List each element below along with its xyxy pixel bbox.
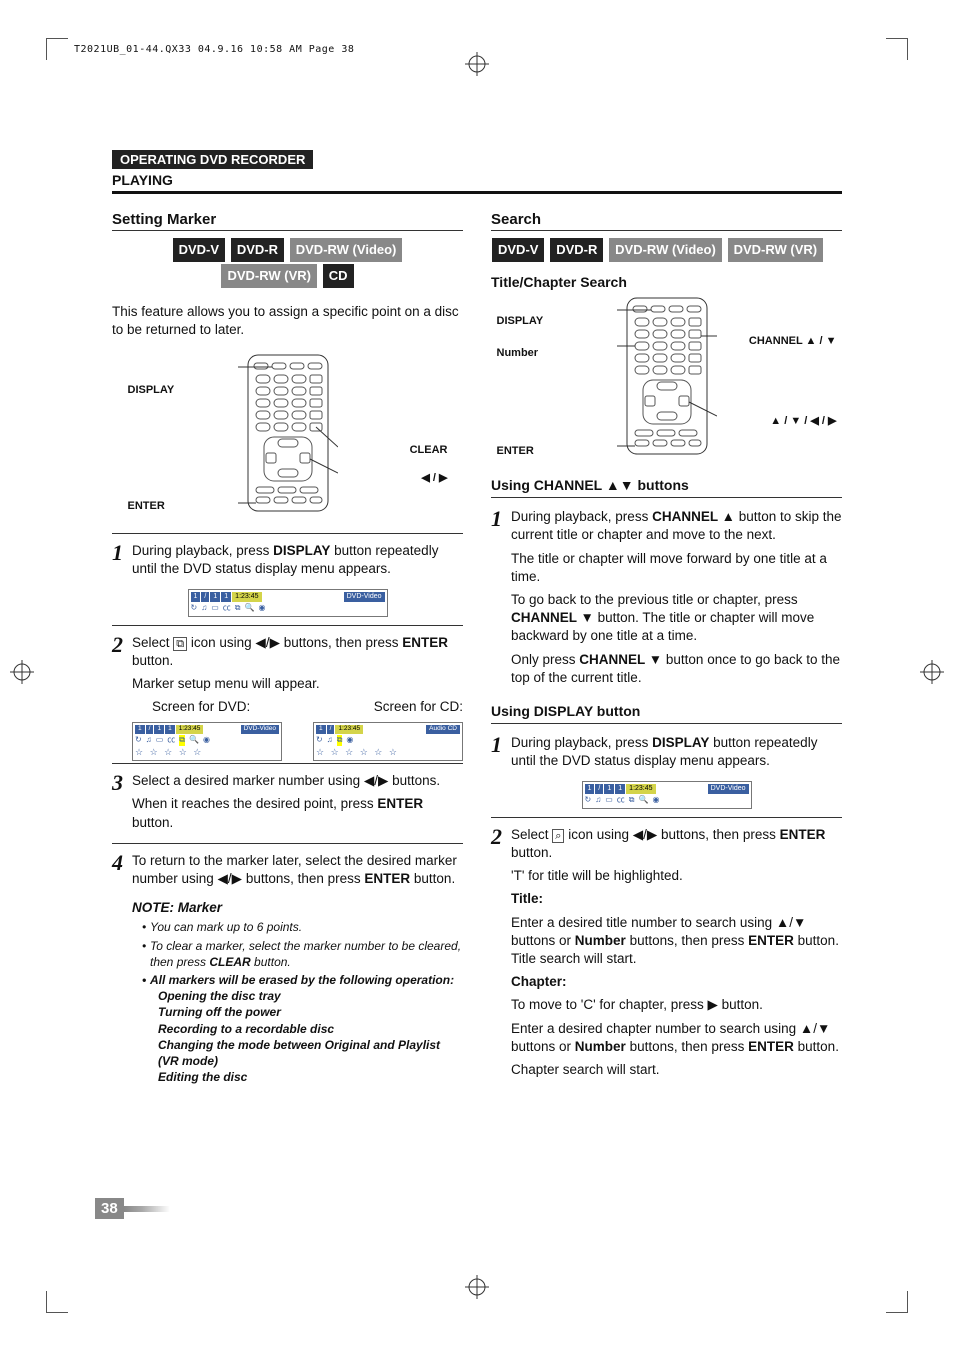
step-4-body: To return to the marker later, select th… (132, 852, 463, 893)
step-3-body: Select a desired marker number using ◀/▶… (132, 772, 463, 837)
osd-display-1: 1 / 1 1 1:23:45 DVD-Video ↻ ♫ ▭ ㏄ ⧉ 🔍 ◉ (188, 589, 388, 616)
badge-dvdr: DVD-R (550, 238, 603, 262)
remote-label-display: DISPLAY (128, 383, 175, 398)
remote-label-number: Number (497, 346, 539, 361)
using-display-heading: Using DISPLAY button (491, 702, 842, 721)
step-number-1: 1 (491, 508, 511, 692)
marker-icon: ⧉ (235, 603, 241, 614)
remote-label-arrows: ▲ / ▼ / ◀ / ▶ (770, 414, 836, 429)
title-chapter-search-heading: Title/Chapter Search (491, 273, 842, 292)
note-item: To clear a marker, select the marker num… (142, 938, 463, 970)
setting-marker-title: Setting Marker (112, 210, 463, 231)
step-2-body: Select ⧉ icon using ◀/▶ buttons, then pr… (132, 634, 463, 717)
remote-diagram-left: DISPLAY ENTER CLEAR ◀ / ▶ (128, 353, 448, 523)
zoom-icon: 🔍 (244, 603, 254, 614)
osd-icon-row: ↻ ♫ ▭ ㏄ ⧉ 🔍 ◉ (191, 603, 385, 614)
remote-icon (617, 296, 717, 456)
note-item: You can mark up to 6 points. (142, 919, 463, 935)
divider (491, 817, 842, 818)
crop-mark-br (886, 1291, 908, 1313)
crop-mark-tr (886, 38, 908, 60)
crop-mark-bl (46, 1291, 68, 1313)
remote-label-enter: ENTER (497, 444, 534, 459)
page-number-box: 38 (95, 1198, 170, 1219)
note-title: NOTE: Marker (132, 899, 463, 917)
remote-label-leftright: ◀ / ▶ (421, 471, 447, 486)
subtitle-icon: ㏄ (223, 603, 231, 614)
marker-stars: ☆ ☆ ☆ ☆ ☆ ☆ (316, 746, 460, 758)
remote-icon (238, 353, 338, 513)
badge-cd: CD (323, 264, 354, 288)
osd-display-right: 1/11 1:23:45 DVD-Video ↻♫▭㏄⧉🔍◉ (582, 781, 752, 808)
note-subitem: Turning off the power (158, 1004, 463, 1020)
angle-icon: ▭ (211, 603, 219, 614)
search-title: Search (491, 210, 842, 231)
right-column: Search DVD-V DVD-R DVD-RW (Video) DVD-RW… (491, 204, 842, 1090)
divider (112, 843, 463, 844)
surround-icon: ◉ (258, 603, 265, 614)
channel-step-body: During playback, press CHANNEL ▲ button … (511, 508, 842, 692)
marker-stars: ☆ ☆ ☆ ☆ ☆ (135, 746, 279, 758)
badge-dvdrw-video: DVD-RW (Video) (290, 238, 403, 262)
step-1-body: During playback, press DISPLAY button re… (132, 542, 463, 583)
step-number-1: 1 (491, 734, 511, 775)
page-number: 38 (95, 1198, 124, 1219)
divider (112, 763, 463, 764)
audio-icon: ♫ (201, 603, 207, 614)
divider (112, 625, 463, 626)
step-number-1: 1 (112, 542, 132, 583)
display-step1-body: During playback, press DISPLAY button re… (511, 734, 842, 775)
header-rule (112, 191, 842, 194)
chapter-label: Chapter: (511, 974, 567, 989)
registration-mark-right (920, 660, 944, 684)
registration-mark-left (10, 660, 34, 684)
search-icon: ⌕ (552, 829, 564, 843)
screen-cd-label: Screen for CD: (374, 698, 463, 716)
screen-dvd-label: Screen for DVD: (132, 698, 250, 716)
section-chip: OPERATING DVD RECORDER (112, 150, 313, 169)
print-header: T2021UB_01-44.QX33 04.9.16 10:58 AM Page… (74, 44, 354, 55)
remote-label-clear: CLEAR (410, 443, 448, 458)
divider (112, 533, 463, 534)
section-subhead: PLAYING (112, 169, 842, 191)
using-channel-heading: Using CHANNEL ▲▼ buttons (491, 476, 842, 495)
remote-diagram-right: DISPLAY Number ENTER CHANNEL ▲ / ▼ ▲ / ▼… (497, 296, 837, 466)
registration-mark-top (465, 52, 489, 76)
remote-label-channel: CHANNEL ▲ / ▼ (749, 334, 837, 349)
badge-dvdrw-video: DVD-RW (Video) (609, 238, 722, 262)
intro-text: This feature allows you to assign a spec… (112, 303, 463, 339)
format-badges-right: DVD-V DVD-R DVD-RW (Video) DVD-RW (VR) (491, 237, 842, 263)
display-step2-body: Select ⌕ icon using ◀/▶ buttons, then pr… (511, 826, 842, 1085)
badge-dvdr: DVD-R (231, 238, 284, 262)
note-subitem: Recording to a recordable disc (158, 1021, 463, 1037)
note-subitem: Changing the mode between Original and P… (158, 1037, 463, 1069)
badge-dvdv: DVD-V (492, 238, 544, 262)
title-label: Title: (511, 891, 543, 906)
crop-mark-tl (46, 38, 68, 60)
badge-dvdv: DVD-V (173, 238, 225, 262)
step-number-3: 3 (112, 772, 132, 837)
format-badges-left: DVD-V DVD-R DVD-RW (Video) DVD-RW (VR) C… (112, 237, 463, 289)
note-item: All markers will be erased by the follow… (142, 972, 463, 1085)
step-number-4: 4 (112, 852, 132, 893)
note-subitem: Opening the disc tray (158, 988, 463, 1004)
note-subitem: Editing the disc (158, 1069, 463, 1085)
note-box: NOTE: Marker You can mark up to 6 points… (132, 899, 463, 1085)
badge-dvdrw-vr: DVD-RW (VR) (728, 238, 824, 262)
registration-mark-bottom (465, 1275, 489, 1299)
osd-cd-marker: 1/ 1:23:45 Audio CD ↻♫⧉◉ ☆ ☆ ☆ ☆ ☆ ☆ (313, 722, 463, 761)
left-column: Setting Marker DVD-V DVD-R DVD-RW (Video… (112, 204, 463, 1090)
step-number-2: 2 (112, 634, 132, 717)
remote-label-enter: ENTER (128, 499, 165, 514)
remote-label-display: DISPLAY (497, 314, 544, 329)
badge-dvdrw-vr: DVD-RW (VR) (221, 264, 317, 288)
step-number-2: 2 (491, 826, 511, 1085)
repeat-icon: ↻ (191, 603, 198, 614)
marker-icon: ⧉ (173, 637, 187, 651)
osd-dvd-marker: 1/11 1:23:45 DVD-Video ↻♫▭㏄⧉🔍◉ ☆ ☆ ☆ ☆ ☆ (132, 722, 282, 761)
